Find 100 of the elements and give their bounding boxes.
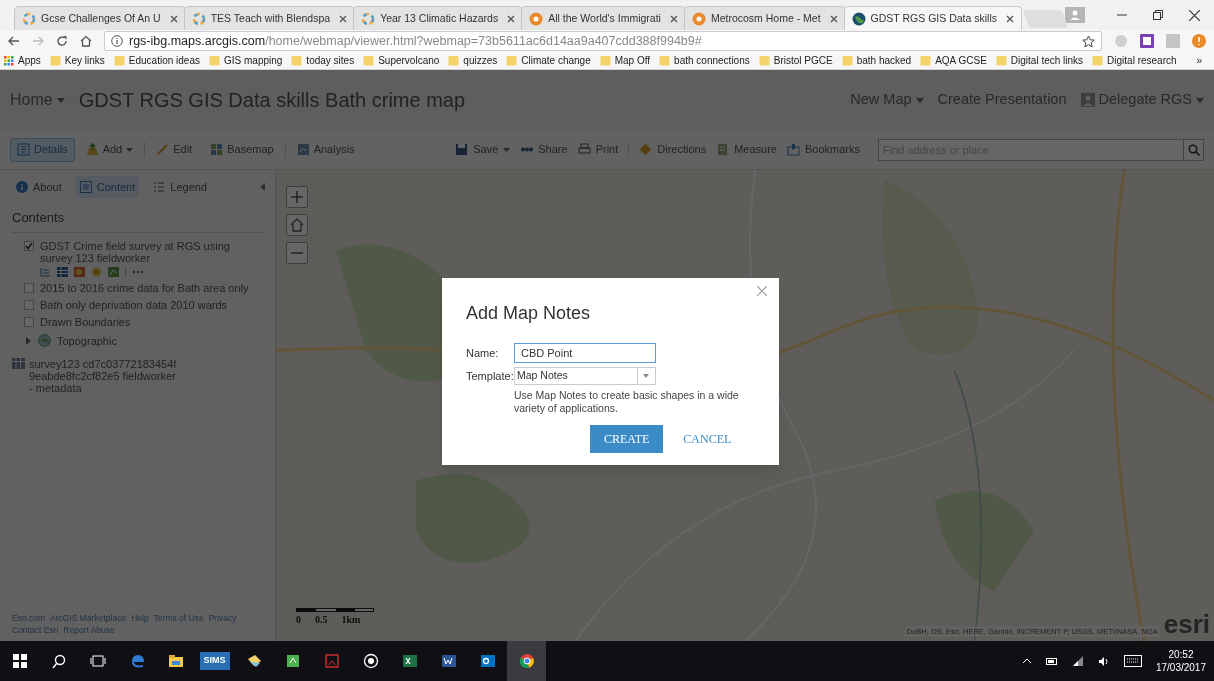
panel-tab[interactable]: About [12,176,66,198]
toolbar-button[interactable]: Print [577,141,619,158]
apps-shortcut[interactable]: Apps [4,53,41,68]
address-bar[interactable]: rgs-ibg.maps.arcgis.com/home/webmap/viewer.html?webmap=73b5611ac6d14aa9a407cdd388f994b9# [104,31,1102,51]
panel-tab[interactable]: Legend [149,176,211,198]
folder-icon[interactable] [167,653,184,669]
battery-icon[interactable] [1045,657,1058,665]
tray-expand-icon[interactable] [1021,658,1032,664]
browser-tab[interactable]: GDST RGS GIS Data skills [843,6,1022,30]
browser-tab[interactable]: Metrocosm Home - Met [683,6,846,30]
footer-link[interactable]: Privacy [208,611,237,625]
toolbar-button[interactable]: Directions [639,141,707,158]
legend-toggle-icon[interactable] [40,266,51,277]
bookmark-folder[interactable]: AQA GCSE [935,53,987,68]
bookmark-folder[interactable]: Climate change [521,53,591,68]
chrome-icon[interactable] [518,653,535,669]
template-dropdown[interactable]: Map Notes [514,367,656,385]
panel-tab[interactable]: Content [75,176,140,198]
layer-name[interactable]: Drawn Boundaries [40,315,131,328]
save-icon [455,143,469,156]
close-tab-icon[interactable] [829,14,838,23]
scale-label: 1km [341,613,361,627]
plus-icon [290,190,304,204]
bookmark-folder[interactable]: Supervolcano [378,53,440,68]
search-button[interactable] [1184,138,1204,161]
restore-icon[interactable] [1153,10,1163,20]
name-field[interactable]: CBD Point [514,343,656,363]
star-icon[interactable] [1082,34,1095,48]
reload-icon[interactable] [56,35,68,47]
spreadsheet-icon[interactable] [401,653,418,669]
toolbar-button[interactable]: Analysis [289,137,362,162]
toolbar-button[interactable]: Basemap [203,137,281,162]
keyboard-icon[interactable] [1123,655,1142,667]
toolbar-button[interactable]: Measure [716,141,777,158]
bookmark-folder[interactable]: Digital research [1107,53,1177,68]
toolbar-button[interactable]: Details [10,137,75,162]
close-tab-icon[interactable] [507,14,516,23]
toolbar-button[interactable]: Bookmarks [786,141,860,158]
close-tab-icon[interactable] [669,14,678,23]
mail-icon[interactable] [479,653,496,669]
close-tab-icon[interactable] [339,14,348,23]
layer-checkbox[interactable] [24,240,34,251]
cancel-button[interactable]: CANCEL [683,430,732,448]
more-bookmarks-button[interactable]: » [1196,53,1210,68]
close-tab-icon[interactable] [1006,14,1014,23]
clock-date[interactable]: 17/03/2017 [1155,661,1206,674]
toolbar-button[interactable]: Edit [149,137,200,162]
wifi-icon[interactable] [1071,655,1084,667]
bookmark-folder[interactable]: Bristol PGCE [773,53,833,68]
sims-app-icon[interactable]: SIMS [199,652,230,670]
app-icon[interactable] [284,653,301,669]
bookmark-folder[interactable]: Education ideas [128,53,200,68]
windows-start-icon[interactable] [11,653,28,669]
bookmark-folder[interactable]: Map Off [614,53,651,68]
bookmark-folder[interactable]: bath hacked [856,53,912,68]
pencil-icon [156,143,170,156]
table-icon[interactable] [57,266,68,277]
bookmark-folder[interactable]: today sites [306,53,355,68]
task-view-icon[interactable] [89,653,106,669]
layer-name[interactable]: Bath only deprivation data 2010 wards [40,298,228,311]
clock-time[interactable]: 20:52 [1168,648,1194,661]
browser-tab[interactable]: Gcse Challenges Of An U [14,6,186,30]
info-icon[interactable] [111,35,123,47]
browser-tab[interactable]: All the World's Immigrati [521,6,686,30]
toolbar-button[interactable]: Share [520,141,568,158]
home-button[interactable] [286,214,308,236]
layer-name[interactable]: GDST Crime field survey at RGS using survey 123 fieldworker [40,239,265,264]
bookmark-folder[interactable]: GIS mapping [224,53,283,68]
layer-checkbox[interactable] [24,282,34,293]
toolbar-button[interactable]: Add [78,137,141,162]
layer-name[interactable]: Topographic [57,332,117,349]
browser-tab[interactable]: Year 13 Climatic Hazards [353,6,524,30]
bookmark-folder[interactable]: Key links [64,53,105,68]
close-icon[interactable] [1189,9,1200,21]
favicon-icon [361,11,376,26]
layer-checkbox[interactable] [24,316,34,327]
folder-icon [758,55,770,66]
toolbar-button[interactable]: Save [455,141,511,158]
directions-icon [639,143,653,156]
bookmark-folder[interactable]: bath connections [674,53,750,68]
layer-name[interactable]: 2015 to 2016 crime data for Bath area only [40,281,249,294]
browser-tab[interactable]: TES Teach with Blendspa [183,6,356,30]
bookmark-folder[interactable]: quizzes [463,53,498,68]
add-icon [85,143,99,156]
print-icon [577,143,591,156]
create-button[interactable]: CREATE [590,425,664,453]
extension-icon[interactable] [1140,34,1154,48]
close-tab-icon[interactable] [169,14,178,23]
pdf-icon[interactable] [323,653,340,669]
search-icon[interactable] [50,653,67,669]
speaker-icon[interactable] [1097,655,1110,667]
document-icon[interactable] [440,653,457,669]
bookmark-folder[interactable]: Digital tech links [1010,53,1084,68]
dialog-title: Add Map Notes [466,302,592,325]
layer-name[interactable]: survey123 cd7c03772183454f9eabde8fc2cf82e5 fieldworker - metadata [29,358,179,394]
back-icon[interactable] [8,36,20,46]
home-icon[interactable] [80,35,92,47]
layer-checkbox[interactable] [24,299,34,310]
app-icon[interactable] [362,653,379,669]
app-icon[interactable] [245,653,262,669]
